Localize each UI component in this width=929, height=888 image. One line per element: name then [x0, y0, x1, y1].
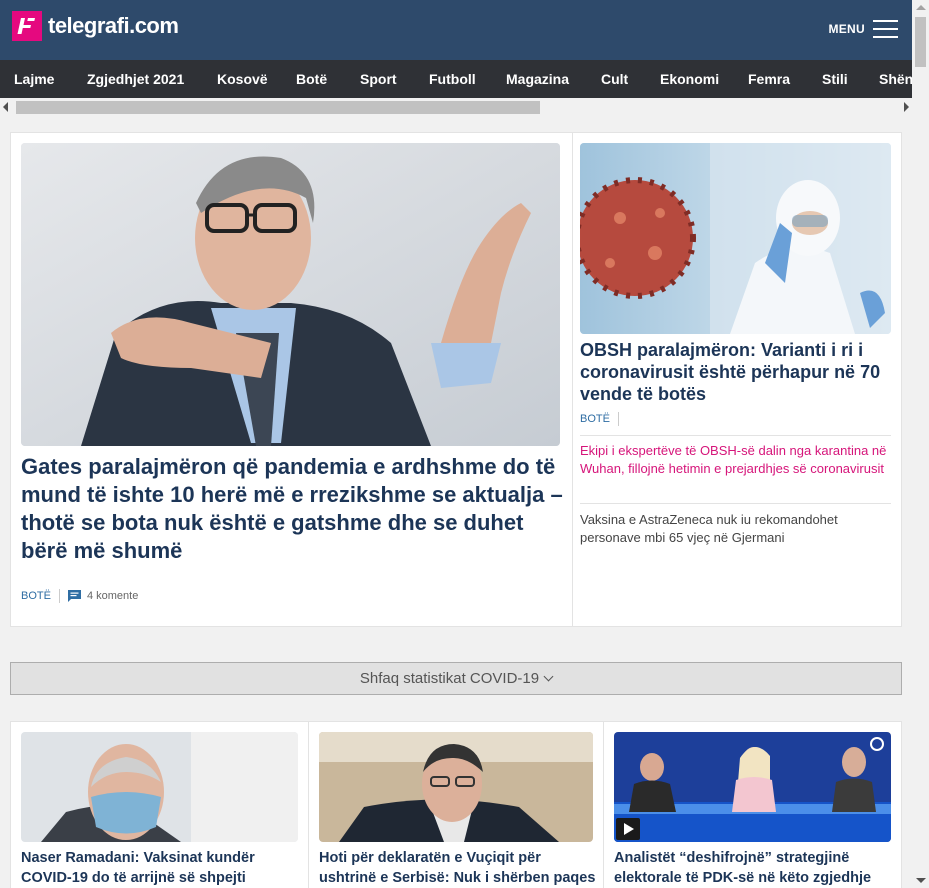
side-story-image[interactable]	[580, 143, 891, 334]
covid-stats-label: Shfaq statistikat COVID-19	[359, 670, 540, 687]
nav-item-shen[interactable]: Shën	[879, 71, 912, 87]
chevron-down-icon	[543, 671, 554, 682]
nav-item-bote[interactable]: Botë	[296, 71, 327, 87]
card-headline[interactable]: Hoti për deklaratën e Vuçiqit për ushtri…	[319, 848, 599, 888]
meta-separator	[58, 589, 60, 603]
related-link[interactable]: Ekipi i ekspertëve të OBSH-së dalin nga …	[580, 442, 892, 478]
nav-item-ekonomi[interactable]: Ekonomi	[660, 71, 719, 87]
nav-horizontal-scrollbar[interactable]	[0, 98, 912, 117]
category-nav: Lajme Zgjedhjet 2021 Kosovë Botë Sport F…	[0, 60, 912, 98]
site-header: telegrafi.com MENU	[0, 0, 912, 60]
comment-count[interactable]: 4 komente	[87, 590, 138, 602]
nav-item-cult[interactable]: Cult	[601, 71, 628, 87]
meta-separator	[617, 412, 619, 426]
nav-item-magazina[interactable]: Magazina	[506, 71, 569, 87]
menu-label: MENU	[828, 22, 865, 36]
related-link[interactable]: Vaksina e AstraZeneca nuk iu rekomandohe…	[580, 511, 892, 547]
covid-stats-toggle-button[interactable]: Shfaq statistikat COVID-19	[10, 662, 902, 695]
featured-section: Gates paralajmëron që pandemia e ardhshm…	[10, 132, 902, 627]
nav-item-sport[interactable]: Sport	[360, 71, 397, 87]
hero-image[interactable]	[21, 143, 560, 446]
nav-item-kosove[interactable]: Kosovë	[217, 71, 268, 87]
nav-item-zgjedhjet-2021[interactable]: Zgjedhjet 2021	[87, 71, 184, 87]
hero-meta: BOTË 4 komente	[21, 589, 138, 603]
card-image[interactable]	[21, 732, 298, 842]
nav-item-stili[interactable]: Stili	[822, 71, 848, 87]
card-divider	[603, 722, 604, 888]
card-image[interactable]	[614, 732, 891, 842]
hamburger-icon	[873, 20, 898, 38]
nav-item-femra[interactable]: Femra	[748, 71, 790, 87]
side-meta: BOTË	[580, 412, 627, 426]
article-card-row: Naser Ramadani: Vaksinat kundër COVID-19…	[10, 721, 902, 888]
nav-item-futboll[interactable]: Futboll	[429, 71, 476, 87]
nav-item-lajme[interactable]: Lajme	[14, 71, 54, 87]
column-divider	[572, 133, 573, 626]
scroll-right-arrow-icon[interactable]	[904, 102, 909, 112]
related-divider	[580, 503, 891, 504]
side-headline[interactable]: OBSH paralajmëron: Varianti i ri i coron…	[580, 339, 890, 405]
card-image[interactable]	[319, 732, 593, 842]
scroll-left-arrow-icon[interactable]	[3, 102, 8, 112]
comment-icon	[67, 590, 81, 602]
site-logo[interactable]: telegrafi.com	[12, 11, 179, 41]
scroll-up-arrow-icon[interactable]	[916, 5, 926, 10]
card-divider	[308, 722, 309, 888]
side-category[interactable]: BOTË	[580, 413, 610, 425]
hero-category[interactable]: BOTË	[21, 590, 51, 602]
logo-text: telegrafi.com	[48, 13, 179, 38]
horizontal-scroll-thumb[interactable]	[16, 101, 540, 114]
card-headline[interactable]: Naser Ramadani: Vaksinat kundër COVID-19…	[21, 848, 301, 888]
vertical-scroll-thumb[interactable]	[915, 17, 926, 67]
play-video-icon[interactable]	[616, 818, 640, 840]
page-vertical-scrollbar[interactable]	[912, 0, 929, 888]
menu-button[interactable]: MENU	[828, 20, 898, 38]
logo-mark-icon	[12, 11, 42, 41]
scroll-down-arrow-icon[interactable]	[916, 878, 926, 883]
hero-headline[interactable]: Gates paralajmëron që pandemia e ardhshm…	[21, 453, 566, 565]
card-headline[interactable]: Analistët “deshifrojnë” strategjinë elek…	[614, 848, 894, 888]
related-divider	[580, 435, 891, 436]
